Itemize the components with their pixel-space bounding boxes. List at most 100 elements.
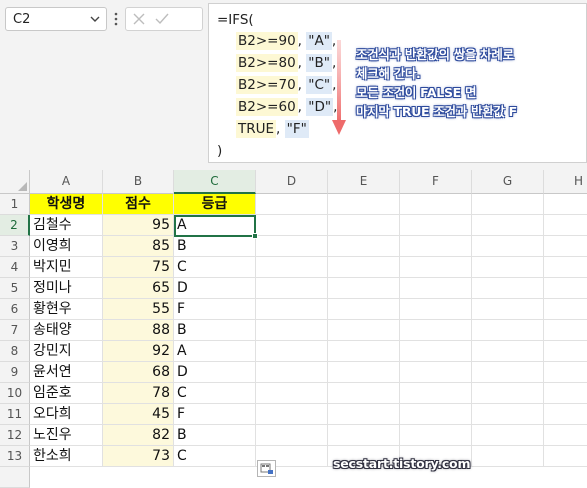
empty-cell[interactable] (400, 320, 472, 341)
student-name-cell[interactable]: 강민지 (30, 341, 103, 362)
worksheet-grid[interactable]: A B C D E F G H 1 학생명 점수 등급 2 김철수 95 A 3 이영희 85 B 4 박… (0, 170, 587, 488)
empty-cell[interactable] (472, 404, 544, 425)
select-all-corner[interactable] (0, 170, 30, 194)
column-header-e[interactable]: E (328, 170, 400, 194)
header-cell-grade[interactable]: 등급 (174, 194, 256, 215)
row-header[interactable]: 6 (0, 299, 30, 320)
row-header[interactable]: 12 (0, 425, 30, 446)
empty-cell[interactable] (328, 215, 400, 236)
empty-cell[interactable] (544, 278, 587, 299)
row-header[interactable]: 9 (0, 362, 30, 383)
empty-cell[interactable] (256, 341, 328, 362)
name-box[interactable]: C2 (5, 7, 107, 31)
score-cell[interactable]: 73 (103, 446, 174, 467)
student-name-cell[interactable]: 정미나 (30, 278, 103, 299)
empty-cell[interactable] (400, 194, 472, 215)
empty-cell[interactable] (256, 236, 328, 257)
grade-cell[interactable]: B (174, 320, 256, 341)
empty-cell[interactable] (328, 194, 400, 215)
empty-cell[interactable] (328, 425, 400, 446)
score-cell[interactable]: 95 (103, 215, 174, 236)
chevron-down-icon[interactable] (89, 13, 101, 25)
grade-cell[interactable]: A (174, 341, 256, 362)
empty-cell[interactable] (400, 215, 472, 236)
column-header-h[interactable]: H (544, 170, 587, 194)
empty-cell[interactable] (256, 320, 328, 341)
header-cell-name[interactable]: 학생명 (30, 194, 103, 215)
empty-cell[interactable] (256, 362, 328, 383)
row-header[interactable]: 13 (0, 446, 30, 467)
column-header-a[interactable]: A (30, 170, 103, 194)
empty-cell[interactable] (256, 278, 328, 299)
empty-cell[interactable] (544, 446, 587, 467)
student-name-cell[interactable]: 윤서연 (30, 362, 103, 383)
grade-cell[interactable]: C (174, 446, 256, 467)
enter-check-icon[interactable] (154, 12, 170, 26)
empty-cell[interactable] (400, 278, 472, 299)
empty-cell[interactable] (328, 299, 400, 320)
empty-cell[interactable] (544, 425, 587, 446)
grade-cell[interactable]: C (174, 257, 256, 278)
grade-cell[interactable]: F (174, 404, 256, 425)
student-name-cell[interactable]: 이영희 (30, 236, 103, 257)
empty-cell[interactable] (472, 425, 544, 446)
row-header[interactable]: 7 (0, 320, 30, 341)
empty-cell[interactable] (400, 299, 472, 320)
empty-cell[interactable] (544, 194, 587, 215)
row-header[interactable] (0, 467, 30, 488)
grade-cell[interactable]: B (174, 236, 256, 257)
header-cell-score[interactable]: 점수 (103, 194, 174, 215)
score-cell[interactable]: 45 (103, 404, 174, 425)
empty-cell[interactable] (544, 320, 587, 341)
empty-cell[interactable] (472, 362, 544, 383)
empty-cell[interactable] (256, 194, 328, 215)
empty-cell[interactable] (328, 383, 400, 404)
row-header[interactable]: 8 (0, 341, 30, 362)
student-name-cell[interactable]: 노진우 (30, 425, 103, 446)
empty-cell[interactable] (400, 362, 472, 383)
row-header[interactable]: 1 (0, 194, 30, 215)
student-name-cell[interactable]: 한소희 (30, 446, 103, 467)
empty-cell[interactable] (544, 362, 587, 383)
empty-cell[interactable] (400, 341, 472, 362)
column-header-f[interactable]: F (400, 170, 472, 194)
empty-cell[interactable] (472, 215, 544, 236)
student-name-cell[interactable]: 임준호 (30, 383, 103, 404)
column-header-b[interactable]: B (103, 170, 174, 194)
student-name-cell[interactable]: 오다희 (30, 404, 103, 425)
empty-cell[interactable] (400, 257, 472, 278)
empty-cell[interactable] (544, 215, 587, 236)
grade-cell[interactable]: A (174, 215, 256, 236)
column-header-g[interactable]: G (472, 170, 544, 194)
empty-cell[interactable] (472, 278, 544, 299)
score-cell[interactable]: 82 (103, 425, 174, 446)
empty-cell[interactable] (256, 404, 328, 425)
score-cell[interactable]: 68 (103, 362, 174, 383)
empty-cell[interactable] (472, 383, 544, 404)
grade-cell[interactable]: C (174, 383, 256, 404)
empty-cell[interactable] (328, 362, 400, 383)
empty-cell[interactable] (472, 236, 544, 257)
row-header[interactable]: 10 (0, 383, 30, 404)
score-cell[interactable]: 78 (103, 383, 174, 404)
grade-cell[interactable]: B (174, 425, 256, 446)
empty-cell[interactable] (472, 257, 544, 278)
column-header-d[interactable]: D (256, 170, 328, 194)
empty-cell[interactable] (472, 341, 544, 362)
score-cell[interactable]: 55 (103, 299, 174, 320)
column-header-c[interactable]: C (174, 170, 256, 194)
student-name-cell[interactable]: 송태양 (30, 320, 103, 341)
empty-cell[interactable] (544, 257, 587, 278)
empty-cell[interactable] (328, 278, 400, 299)
student-name-cell[interactable]: 박지민 (30, 257, 103, 278)
empty-cell[interactable] (400, 236, 472, 257)
row-header[interactable]: 5 (0, 278, 30, 299)
empty-cell[interactable] (472, 194, 544, 215)
cancel-icon[interactable] (132, 12, 146, 26)
student-name-cell[interactable]: 황현우 (30, 299, 103, 320)
grade-cell[interactable]: F (174, 299, 256, 320)
empty-cell[interactable] (400, 425, 472, 446)
score-cell[interactable]: 75 (103, 257, 174, 278)
empty-cell[interactable] (328, 341, 400, 362)
student-name-cell[interactable]: 김철수 (30, 215, 103, 236)
